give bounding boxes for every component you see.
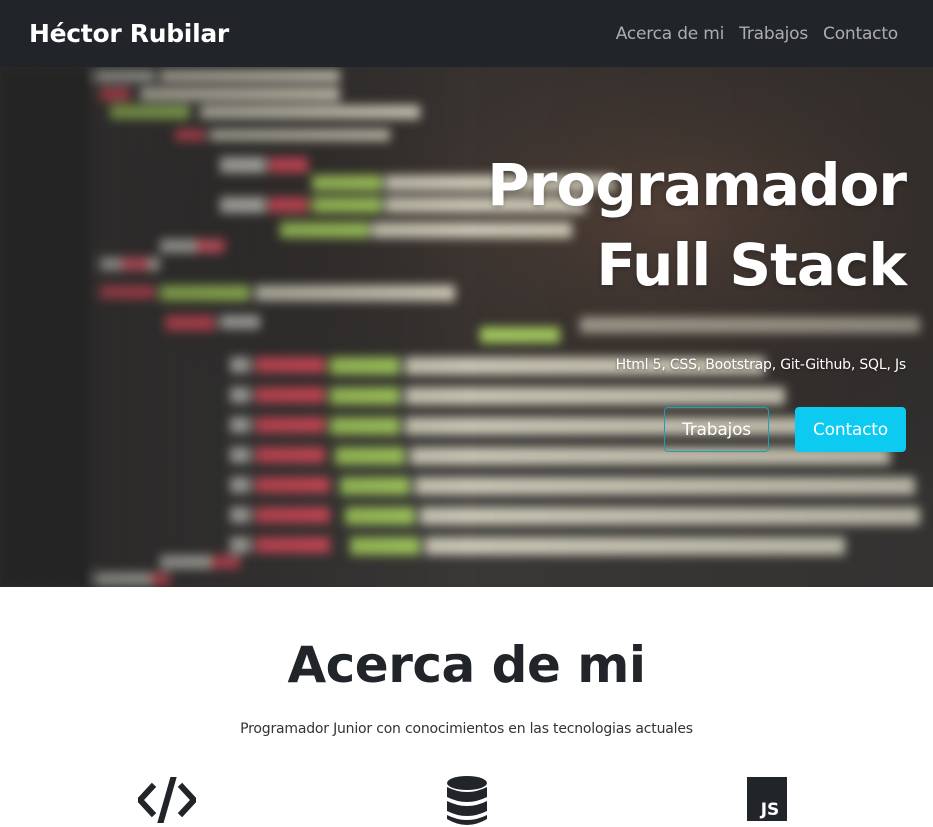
navbar: Héctor Rubilar Acerca de mi Trabajos Con… bbox=[0, 0, 933, 67]
hero-section: Programador Full Stack Html 5, CSS, Boot… bbox=[0, 67, 933, 587]
about-section: Acerca de mi Programador Junior con cono… bbox=[0, 587, 933, 827]
hero-content: Programador Full Stack Html 5, CSS, Boot… bbox=[266, 145, 907, 373]
nav-link-trabajos[interactable]: Trabajos bbox=[739, 24, 808, 44]
about-title: Acerca de mi bbox=[287, 636, 646, 694]
js-icon: JS bbox=[747, 777, 787, 821]
hero-title: Programador Full Stack bbox=[266, 145, 907, 305]
works-button[interactable]: Trabajos bbox=[664, 407, 769, 452]
hero-buttons: Trabajos Contacto bbox=[664, 407, 906, 452]
about-description: Programador Junior con conocimientos en … bbox=[240, 721, 693, 737]
hero-title-line2: Full Stack bbox=[596, 231, 907, 299]
nav-link-contacto[interactable]: Contacto bbox=[823, 24, 898, 44]
hero-subtitle: Html 5, CSS, Bootstrap, Git-Github, SQL,… bbox=[615, 357, 907, 373]
skills-icon-row: JS bbox=[0, 776, 933, 827]
database-icon bbox=[447, 776, 487, 825]
brand-link[interactable]: Héctor Rubilar bbox=[29, 19, 229, 48]
svg-text:JS: JS bbox=[760, 800, 780, 820]
code-icon bbox=[138, 777, 196, 823]
nav-links: Acerca de mi Trabajos Contacto bbox=[616, 24, 899, 44]
nav-link-acerca[interactable]: Acerca de mi bbox=[616, 24, 725, 44]
hero-title-line1: Programador bbox=[487, 151, 907, 219]
contact-button[interactable]: Contacto bbox=[795, 407, 906, 452]
